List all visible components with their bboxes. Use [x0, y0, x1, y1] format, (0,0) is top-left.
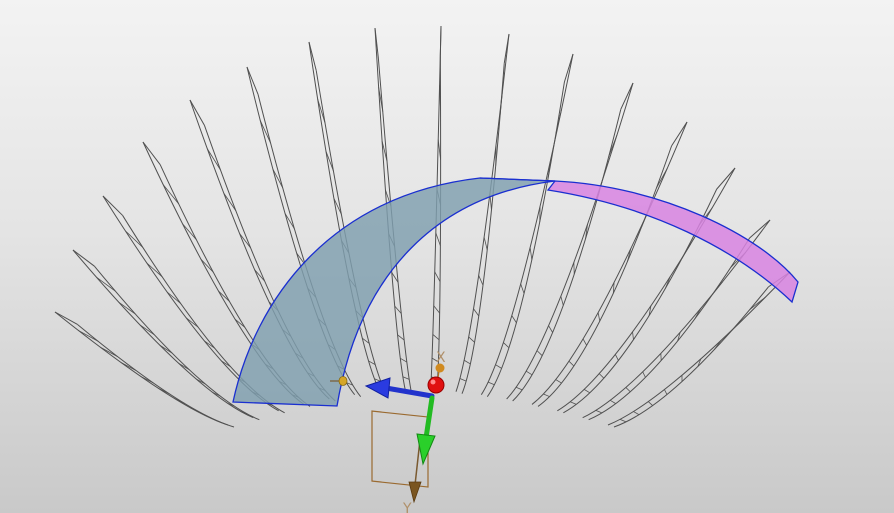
blade-rung	[435, 232, 441, 246]
blade-rung	[714, 340, 722, 350]
blade-rung	[568, 360, 575, 367]
blade-inner-edge	[512, 109, 622, 402]
blade-rung	[642, 371, 646, 378]
blade-rung	[529, 247, 533, 260]
blade-rung	[254, 269, 265, 282]
blade-rung	[625, 387, 631, 393]
blade-rung	[468, 336, 475, 343]
manipulator-origin-handle[interactable]	[427, 376, 445, 394]
blade-outer-edge	[480, 53, 574, 395]
blade-tip-cap	[102, 195, 123, 216]
blade-inner-edge	[613, 286, 769, 428]
blade-rung	[234, 318, 246, 328]
blade-rung	[190, 407, 199, 412]
blade-rung	[560, 296, 564, 306]
blade-rung	[525, 370, 533, 376]
blade-rung	[174, 398, 185, 404]
blade-inner-edge	[77, 324, 235, 428]
blade-rung	[597, 312, 601, 322]
blade-rung	[100, 346, 118, 357]
blade-rung	[120, 362, 137, 371]
y-axis-label: Y	[402, 501, 412, 513]
blade-rung	[511, 315, 517, 323]
blade-rung	[749, 296, 766, 311]
blade-outer-edge	[54, 311, 229, 426]
blade-tip-cap	[749, 219, 771, 239]
blade-tip-cap	[716, 167, 736, 190]
sweep-surface[interactable]	[232, 177, 799, 407]
blade-rung	[555, 109, 562, 134]
blade-rung	[402, 376, 410, 380]
blade-rung	[483, 237, 488, 251]
y-axis-cone-handle[interactable]	[408, 481, 422, 504]
blade-rung	[632, 331, 634, 340]
blade-rung	[595, 410, 603, 414]
blade-outer-edge	[72, 249, 254, 419]
blade-rung	[536, 350, 543, 356]
blade-rung	[463, 359, 471, 365]
blade-tip-cap	[620, 82, 634, 110]
blade-rung	[555, 379, 562, 384]
blade-rung	[272, 169, 284, 189]
blade-rung	[488, 381, 495, 386]
blade-rung	[694, 308, 702, 320]
blade-outer-edge	[506, 82, 634, 400]
blade-rung	[239, 233, 251, 249]
x-axis-label: X	[436, 350, 446, 366]
green-arrow-handle[interactable]	[416, 395, 436, 466]
blade-inner-edge	[461, 63, 505, 394]
blade-rung	[478, 275, 484, 286]
blade-rung	[216, 420, 224, 424]
blade-rung	[433, 305, 440, 314]
blade-outer-edge	[607, 271, 791, 426]
blade-rung	[473, 308, 480, 317]
blade-rung	[548, 325, 553, 333]
blade-rung	[582, 338, 587, 346]
3d-viewport[interactable]: X Y	[0, 0, 894, 513]
blade-rung	[614, 354, 619, 361]
blade-rung	[610, 399, 616, 404]
blade-rung	[681, 243, 692, 259]
blade-rung	[515, 386, 523, 391]
blade-rung	[503, 342, 510, 349]
blade-rung	[619, 418, 627, 423]
blade-rung	[432, 334, 440, 341]
blade-rung	[459, 378, 467, 382]
blade-rung	[656, 167, 668, 189]
blade-rung	[633, 411, 640, 416]
blade-rung	[543, 393, 550, 397]
blade-rung	[495, 364, 502, 369]
model-canvas[interactable]: X Y	[0, 0, 894, 513]
sweep-surface-highlight[interactable]	[546, 180, 799, 304]
blade-rung	[570, 401, 577, 405]
blade-rung	[598, 373, 605, 379]
blade-tip-cap	[439, 25, 442, 56]
blade-rung	[434, 271, 441, 282]
blade-rung	[499, 92, 503, 117]
blade-rung	[158, 387, 170, 395]
blade-rung	[284, 213, 295, 229]
blade-rung	[664, 389, 668, 395]
blade-rung	[648, 401, 653, 406]
blade-rung	[204, 414, 212, 419]
blade-tip-cap	[563, 53, 574, 83]
blade-tip-cap	[671, 121, 688, 147]
blade-rung	[400, 357, 408, 363]
blade-rung	[712, 281, 723, 295]
blade-rung	[608, 134, 618, 157]
blade-tip-cap	[54, 311, 78, 325]
blade-tip-cap	[72, 249, 95, 267]
blade-rung	[520, 283, 525, 294]
sweep-surface-main[interactable]	[232, 177, 556, 407]
origin-highlight	[430, 379, 436, 385]
blue-arrow-handle[interactable]	[364, 377, 435, 399]
blade-rung	[731, 319, 743, 331]
blade-rung	[78, 330, 99, 342]
blade-outer-edge	[455, 33, 510, 392]
blade-rung	[583, 389, 591, 394]
blade-rung	[140, 375, 154, 384]
